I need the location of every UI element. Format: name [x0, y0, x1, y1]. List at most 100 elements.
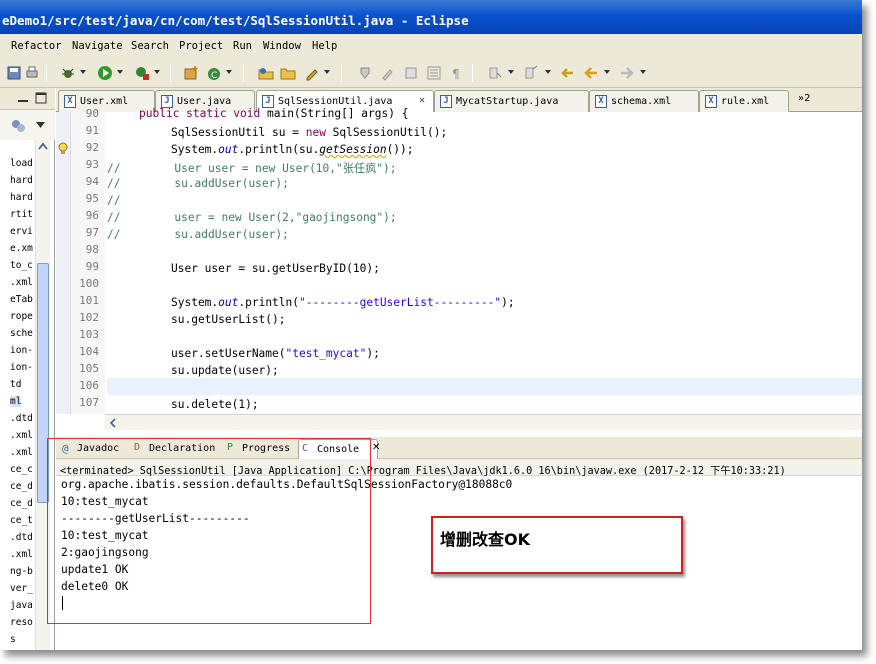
menu-refactor[interactable]: Refactor: [11, 40, 62, 52]
annotation-callout: 增删改查OK: [431, 516, 683, 574]
package-explorer-item[interactable]: load: [10, 158, 33, 169]
package-explorer-item[interactable]: ce_d: [10, 481, 33, 492]
view-menu-icon[interactable]: [36, 122, 45, 128]
toggle-mark-icon[interactable]: [403, 65, 419, 81]
show-whitespace-icon[interactable]: ¶: [449, 65, 465, 81]
package-explorer-item[interactable]: reso: [10, 617, 33, 628]
maximize-icon[interactable]: [35, 92, 47, 104]
package-explorer-item[interactable]: hard: [10, 192, 33, 203]
minimize-icon[interactable]: [17, 94, 29, 104]
package-explorer-item[interactable]: ce_c: [10, 464, 33, 475]
back-dropdown-arrow[interactable]: [604, 70, 610, 74]
search-dropdown-arrow[interactable]: [324, 70, 330, 74]
edit-icon[interactable]: [380, 65, 396, 81]
run-icon[interactable]: [97, 65, 113, 81]
menu-navigate[interactable]: Navigate: [72, 40, 123, 52]
annotation-text: 增删改查OK: [440, 530, 531, 549]
new-class-dropdown-arrow[interactable]: [226, 70, 232, 74]
annotation-icon[interactable]: [357, 65, 373, 81]
package-explorer-header: [0, 88, 55, 110]
forward-dropdown-arrow[interactable]: [640, 70, 646, 74]
package-explorer-item[interactable]: to_c: [10, 260, 33, 271]
new-class-icon[interactable]: C: [206, 65, 222, 81]
close-icon[interactable]: ✕: [419, 95, 425, 106]
last-edit-location-icon[interactable]: [559, 65, 575, 81]
package-explorer-item[interactable]: .xml: [10, 430, 33, 441]
forward-icon[interactable]: [619, 65, 635, 81]
code-line-95: //: [107, 194, 121, 207]
java-editor[interactable]: 90 91 92 93 94 95 96 97 98 99 100 101 102 103 104 105 10…: [56, 107, 862, 430]
package-explorer-item[interactable]: eTab: [10, 294, 33, 305]
open-type-icon[interactable]: [258, 65, 274, 81]
package-explorer-item[interactable]: rope: [10, 311, 33, 322]
package-explorer-item[interactable]: td: [10, 379, 21, 390]
debug-icon[interactable]: [60, 65, 76, 81]
editor-horizontal-scrollbar[interactable]: [105, 414, 862, 430]
xml-file-icon: X: [705, 95, 717, 108]
run-dropdown-arrow[interactable]: [117, 70, 123, 74]
save-icon[interactable]: [6, 65, 22, 81]
package-explorer-item[interactable]: rtit: [10, 209, 33, 220]
package-explorer-item[interactable]: ion-: [10, 362, 33, 373]
scroll-left-icon[interactable]: [109, 418, 117, 428]
scroll-up-icon[interactable]: [38, 142, 48, 150]
line-number: 99: [85, 260, 99, 273]
toolbar-separator: [472, 64, 473, 82]
menu-search[interactable]: Search: [131, 40, 169, 52]
menu-project[interactable]: Project: [179, 40, 223, 52]
xml-file-icon: X: [595, 95, 607, 108]
warning-lightbulb-icon[interactable]: [57, 142, 70, 155]
eclipse-window: eDemo1/src/test/java/cn/com/test/SqlSess…: [0, 0, 862, 650]
print-icon[interactable]: [24, 65, 40, 81]
package-explorer-item[interactable]: sche: [10, 328, 33, 339]
package-explorer-item[interactable]: ce_d: [10, 498, 33, 509]
debug-dropdown-arrow[interactable]: [80, 70, 86, 74]
menu-run[interactable]: Run: [233, 40, 252, 52]
external-tools-dropdown-arrow[interactable]: [154, 70, 160, 74]
next-annotation-icon[interactable]: [487, 65, 503, 81]
package-explorer-item[interactable]: ce_t: [10, 515, 33, 526]
package-explorer-toolbar: [0, 110, 55, 140]
search-pencil-icon[interactable]: [304, 65, 320, 81]
back-icon[interactable]: [583, 65, 599, 81]
package-explorer-item[interactable]: hard: [10, 175, 33, 186]
package-explorer-item[interactable]: ver_: [10, 583, 33, 594]
package-explorer-item[interactable]: .xml: [10, 549, 33, 560]
menu-window[interactable]: Window: [263, 40, 301, 52]
package-explorer-item[interactable]: e.xm: [10, 243, 33, 254]
package-explorer-item[interactable]: .dtd: [10, 413, 33, 424]
tab-label: schema.xml: [611, 96, 672, 107]
title-bar: eDemo1/src/test/java/cn/com/test/SqlSess…: [0, 0, 862, 34]
package-explorer-item[interactable]: ng-b: [10, 566, 33, 577]
external-tools-icon[interactable]: [134, 65, 150, 81]
package-explorer-item[interactable]: .dtd: [10, 532, 33, 543]
line-number: 94: [85, 175, 99, 188]
tab-schema-xml[interactable]: X schema.xml: [589, 90, 699, 112]
package-explorer-item[interactable]: ervi: [10, 226, 33, 237]
package-explorer-item[interactable]: .xml: [10, 277, 33, 288]
package-explorer-item[interactable]: ion-: [10, 345, 33, 356]
tab-rule-xml[interactable]: X rule.xml: [699, 90, 789, 112]
open-folder-icon[interactable]: [280, 65, 296, 81]
package-explorer-item[interactable]: ml: [10, 396, 22, 407]
line-number: 102: [79, 311, 99, 324]
previous-annotation-icon[interactable]: [523, 65, 539, 81]
package-explorer-item[interactable]: .xml: [10, 447, 33, 458]
tab-label: rule.xml: [721, 96, 770, 107]
line-number: 107: [79, 396, 99, 409]
block-selection-icon[interactable]: [426, 65, 442, 81]
code-line-105: su.update(user);: [171, 364, 279, 377]
more-tabs-button[interactable]: »2: [798, 93, 810, 104]
collapse-all-icon[interactable]: [10, 118, 26, 134]
menu-help[interactable]: Help: [312, 40, 337, 52]
next-annotation-dropdown-arrow[interactable]: [508, 70, 514, 74]
line-number: 97: [85, 226, 99, 239]
new-package-icon[interactable]: [183, 65, 199, 81]
previous-annotation-dropdown-arrow[interactable]: [545, 70, 551, 74]
package-explorer-item[interactable]: java: [10, 600, 33, 611]
package-explorer-item[interactable]: s: [10, 634, 16, 645]
code-line-97: // su.addUser(user);: [107, 228, 289, 241]
close-icon[interactable]: ✕: [372, 442, 380, 453]
tab-mycatstartup-java[interactable]: J MycatStartup.java: [434, 90, 589, 112]
xml-file-icon: X: [64, 95, 76, 108]
